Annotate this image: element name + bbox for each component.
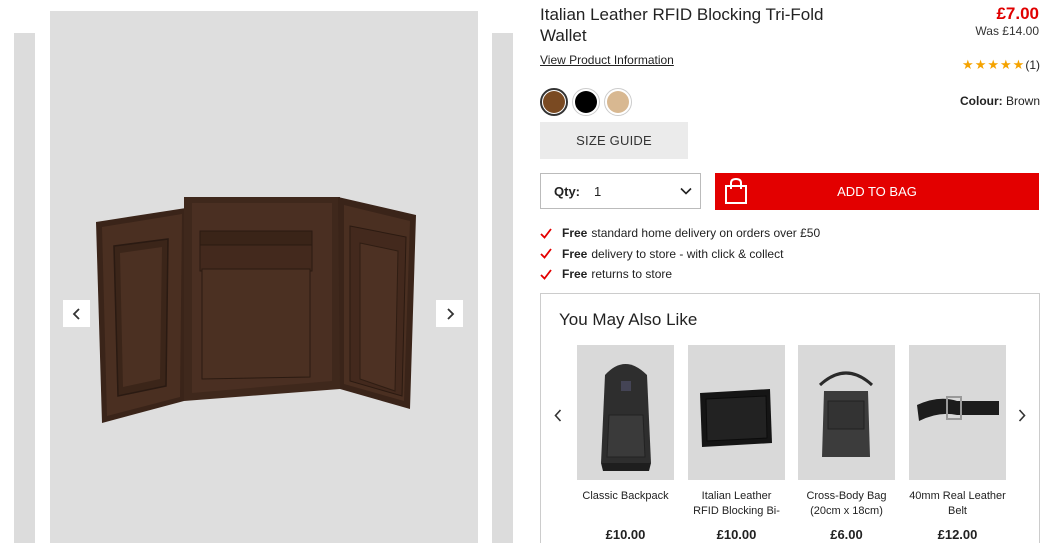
you-may-also-like-panel: You May Also Like Classic Backpack £10.0… xyxy=(540,293,1040,543)
product-card[interactable]: 40mm Real Leather Belt £12.00 xyxy=(909,345,1006,542)
product-card-image xyxy=(688,345,785,480)
delivery-text: standard home delivery on orders over £5… xyxy=(591,226,821,241)
was-price: Was £14.00 xyxy=(975,24,1039,38)
delivery-text: delivery to store - with click & collect xyxy=(591,246,784,261)
delivery-bold: Free xyxy=(562,267,588,282)
product-title: Italian Leather RFID Blocking Tri-Fold W… xyxy=(540,5,824,45)
chevron-down-icon xyxy=(680,187,692,195)
check-icon xyxy=(540,248,552,260)
product-card[interactable]: Cross-Body Bag (20cm x 18cm) £6.00 xyxy=(798,345,895,542)
chevron-right-icon xyxy=(1018,408,1026,422)
bifold-wallet-image xyxy=(700,389,772,447)
product-card-price: £12.00 xyxy=(937,527,978,542)
leather-belt-image xyxy=(917,396,999,421)
swatch-fill xyxy=(543,91,565,113)
product-card[interactable]: Classic Backpack £10.00 xyxy=(577,345,674,542)
add-to-bag-button[interactable]: ADD TO BAG xyxy=(715,173,1039,210)
gallery-next-button[interactable] xyxy=(436,300,463,327)
chevron-right-icon xyxy=(446,307,454,320)
colour-swatches xyxy=(540,88,632,116)
view-product-information-link[interactable]: View Product Information xyxy=(540,53,674,67)
product-card[interactable]: Italian Leather RFID Blocking Bi- £10.00 xyxy=(688,345,785,542)
delivery-text: returns to store xyxy=(591,267,673,282)
colour-value: Brown xyxy=(1005,94,1040,108)
product-card-price: £10.00 xyxy=(605,527,646,542)
check-icon xyxy=(540,269,552,280)
ymal-next-button[interactable] xyxy=(1015,406,1029,424)
product-card-name: 40mm Real Leather Belt xyxy=(909,490,1006,517)
star-icon: ★ xyxy=(1012,57,1025,72)
product-card-price: £6.00 xyxy=(830,527,863,542)
chevron-left-icon xyxy=(72,307,80,320)
swatch-tan[interactable] xyxy=(604,88,632,116)
product-card-image xyxy=(798,345,895,480)
backpack-image xyxy=(601,364,651,471)
product-card-price: £10.00 xyxy=(716,527,757,542)
chevron-left-icon xyxy=(554,408,562,422)
delivery-bold: Free xyxy=(562,226,588,241)
check-icon xyxy=(540,228,552,239)
ymal-title: You May Also Like xyxy=(559,310,698,329)
delivery-item: Free delivery to store - with click & co… xyxy=(540,244,820,265)
rating-count: (1) xyxy=(1025,58,1040,72)
selected-colour: Colour: Brown xyxy=(960,94,1040,108)
gallery-next-thumbnail[interactable] xyxy=(492,33,513,543)
delivery-bold: Free xyxy=(562,246,588,261)
star-icon: ★ xyxy=(987,57,1000,72)
product-rating[interactable]: ★ ★ ★ ★ ★ (1) xyxy=(962,57,1040,73)
quantity-select[interactable]: Qty: 1 xyxy=(540,173,701,209)
star-icon: ★ xyxy=(974,57,987,72)
delivery-item: Free standard home delivery on orders ov… xyxy=(540,223,820,244)
shopping-bag-icon xyxy=(725,177,747,204)
star-icon: ★ xyxy=(1000,57,1012,72)
product-card-name: Classic Backpack xyxy=(582,490,669,502)
product-card-image xyxy=(577,345,674,480)
wallet-image xyxy=(96,197,416,423)
size-guide-button[interactable]: SIZE GUIDE xyxy=(540,122,688,159)
cross-body-bag-image xyxy=(818,371,874,457)
colour-label: Colour: xyxy=(959,94,1003,108)
star-icon: ★ xyxy=(962,57,974,72)
product-main-image xyxy=(50,11,478,543)
swatch-black[interactable] xyxy=(572,88,600,116)
product-price: £7.00 xyxy=(996,4,1039,23)
product-card-image xyxy=(909,345,1006,480)
product-card-name: Cross-Body Bag (20cm x 18cm) xyxy=(806,490,887,517)
qty-value: 1 xyxy=(594,183,602,199)
product-card-name: Italian Leather RFID Blocking Bi- xyxy=(693,490,780,517)
delivery-item: Free returns to store xyxy=(540,264,820,285)
add-to-bag-label: ADD TO BAG xyxy=(837,184,917,199)
gallery-prev-button[interactable] xyxy=(63,300,90,327)
delivery-info-list: Free standard home delivery on orders ov… xyxy=(540,223,820,285)
gallery-prev-thumbnail[interactable] xyxy=(14,33,35,543)
swatch-fill xyxy=(607,91,629,113)
qty-label: Qty: xyxy=(554,183,580,199)
swatch-brown[interactable] xyxy=(540,88,568,116)
ymal-prev-button[interactable] xyxy=(551,406,565,424)
swatch-fill xyxy=(575,91,597,113)
